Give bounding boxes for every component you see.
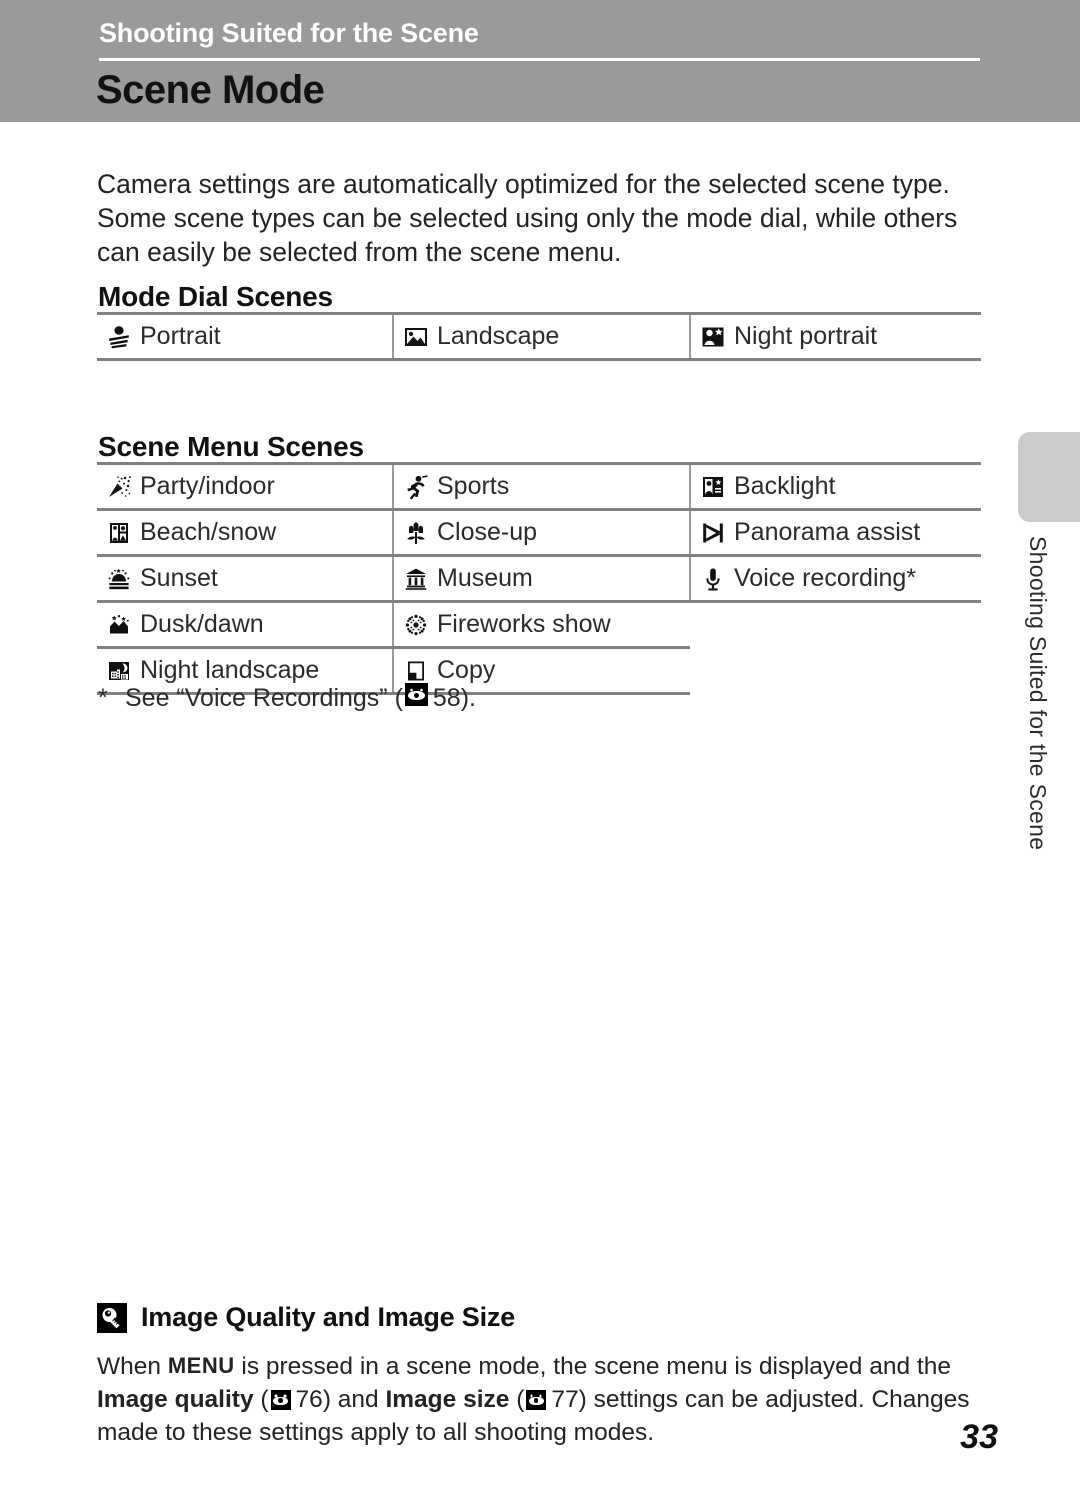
backlight-icon [700, 474, 726, 500]
table-cell-sunset[interactable]: Sunset [97, 555, 393, 603]
table-cell-sports[interactable]: Sports [392, 462, 690, 511]
scene-label: Party/indoor [140, 472, 275, 500]
page-header-banner: Shooting Suited for the Scene Scene Mode [0, 0, 1080, 122]
sunset-icon [106, 566, 132, 592]
table-row: Sunset Museum Voice recording* [97, 555, 981, 603]
table-cell-party-indoor[interactable]: Party/indoor [97, 462, 393, 511]
tip-text-part1: When [97, 1353, 168, 1380]
side-tab-label: Shooting Suited for the Scene [1025, 536, 1051, 851]
chapter-title: Shooting Suited for the Scene [99, 18, 479, 48]
fireworks-icon [403, 612, 429, 638]
table-cell-dusk-dawn[interactable]: Dusk/dawn [97, 601, 393, 649]
museum-icon [403, 566, 429, 592]
header-divider-rule [99, 58, 980, 61]
tip-page-76: 76 [295, 1386, 323, 1413]
panorama-assist-icon [700, 520, 726, 546]
page-number: 33 [960, 1418, 998, 1456]
scene-label: Fireworks show [437, 610, 611, 638]
scene-label: Sunset [140, 564, 218, 592]
scene-label: Museum [437, 564, 533, 592]
table-cell-panorama-assist[interactable]: Panorama assist [689, 509, 981, 557]
tip-text-part5: ( [509, 1386, 525, 1413]
sports-icon [403, 474, 429, 500]
night-landscape-icon [106, 658, 132, 684]
page-reference-icon [526, 1390, 547, 1410]
tip-bold-image-size: Image size [385, 1386, 510, 1413]
table-cell-museum[interactable]: Museum [392, 555, 690, 603]
scene-label: Close-up [437, 518, 538, 546]
tip-note-body: When MENU is pressed in a scene mode, th… [97, 1349, 987, 1449]
scene-label: Dusk/dawn [140, 610, 264, 638]
table-row: Portrait Landscape Night portrait [97, 312, 981, 361]
table-cell-landscape[interactable]: Landscape [392, 312, 690, 361]
scene-label: Copy [437, 656, 496, 684]
table-cell-close-up[interactable]: Close-up [392, 509, 690, 557]
table-row: Beach/snow Close-up Panorama assist [97, 509, 981, 557]
table-cell-fireworks[interactable]: Fireworks show [392, 601, 690, 649]
scene-label: Portrait [140, 322, 221, 350]
table-cell-backlight[interactable]: Backlight [689, 462, 981, 511]
section-heading-mode-dial: Mode Dial Scenes [98, 281, 333, 313]
page-title: Scene Mode [96, 68, 325, 112]
scene-menu-scenes-table: Party/indoor Sports Backlight Beach/snow… [97, 462, 981, 695]
footnote-text-before: See “Voice Recordings” ( [125, 684, 403, 712]
tip-note-header: Image Quality and Image Size [97, 1302, 987, 1333]
night-portrait-icon [700, 324, 726, 350]
intro-paragraph: Camera settings are automatically optimi… [97, 168, 958, 267]
table-cell-empty [690, 602, 981, 648]
page-reference-icon [270, 1390, 291, 1410]
scene-label: Backlight [734, 472, 836, 500]
footnote-page-number: 58 [432, 684, 461, 712]
table-row: Dusk/dawn Fireworks show [97, 601, 981, 649]
mode-dial-scenes-table: Portrait Landscape Night portrait [97, 312, 981, 361]
tip-note: Image Quality and Image Size When MENU i… [97, 1302, 987, 1449]
tip-page-77: 77 [551, 1386, 579, 1413]
tip-text-part3: ( [253, 1386, 269, 1413]
beach-snow-icon [106, 520, 132, 546]
scene-label: Voice recording* [734, 564, 917, 592]
menu-button-keyword: MENU [167, 1353, 235, 1378]
scene-label: Landscape [437, 322, 560, 350]
scene-label: Panorama assist [734, 518, 921, 546]
footnote-marker: * [98, 684, 108, 712]
table-cell-portrait[interactable]: Portrait [97, 312, 393, 361]
dusk-dawn-icon [106, 612, 132, 638]
tip-text-part2: is pressed in a scene mode, the scene me… [234, 1353, 951, 1380]
scene-label: Sports [437, 472, 510, 500]
footnote-voice-recordings: * See “Voice Recordings” ( 58 ). [98, 683, 476, 713]
close-up-icon [403, 520, 429, 546]
tip-bold-image-quality: Image quality [97, 1386, 254, 1413]
lightbulb-icon [97, 1302, 127, 1333]
scene-label: Beach/snow [140, 518, 277, 546]
copy-icon [403, 658, 429, 684]
table-cell-empty [690, 648, 981, 694]
tip-note-title: Image Quality and Image Size [141, 1302, 516, 1332]
tip-text-part4: ) and [322, 1386, 386, 1413]
page-reference-icon [404, 683, 428, 706]
landscape-icon [403, 324, 429, 350]
footnote-text-after: ). [460, 684, 476, 712]
party-indoor-icon [106, 474, 132, 500]
table-row: Party/indoor Sports Backlight [97, 462, 981, 511]
table-cell-voice-recording[interactable]: Voice recording* [689, 555, 981, 603]
portrait-icon [106, 324, 132, 350]
scene-label: Night portrait [734, 322, 878, 350]
side-tab-marker [1018, 432, 1080, 522]
scene-label: Night landscape [140, 656, 320, 684]
table-cell-beach-snow[interactable]: Beach/snow [97, 509, 393, 557]
table-cell-night-portrait[interactable]: Night portrait [689, 312, 981, 361]
section-heading-scene-menu: Scene Menu Scenes [98, 431, 364, 463]
voice-recording-icon [700, 566, 726, 592]
